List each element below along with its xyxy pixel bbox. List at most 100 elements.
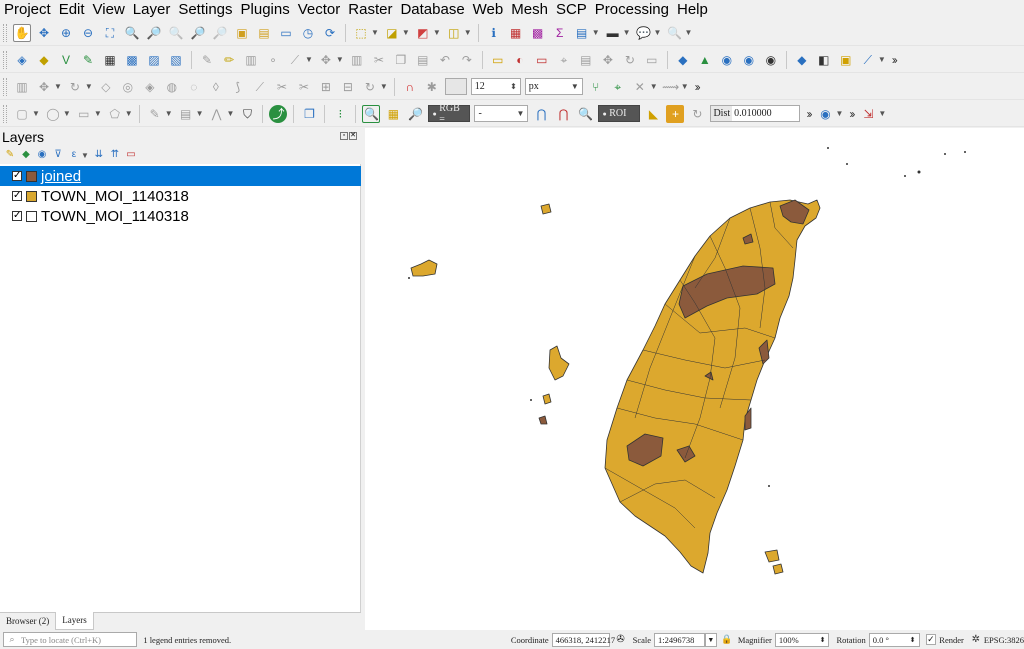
scp-band-icon[interactable]: ⋂: [532, 105, 550, 123]
chevron-down-icon[interactable]: ▼: [227, 109, 235, 118]
advanced-digitize-icon[interactable]: ▥: [13, 78, 31, 96]
move-feature-icon[interactable]: ✥: [35, 78, 53, 96]
text-annotation-icon[interactable]: ▤: [177, 105, 195, 123]
trace-icon[interactable]: ✕: [631, 78, 649, 96]
chevron-down-icon[interactable]: ▼: [835, 109, 843, 118]
zoom-full-icon[interactable]: ⛶: [101, 24, 119, 42]
change-label-icon[interactable]: ▭: [643, 51, 661, 69]
scp-add-icon[interactable]: +: [666, 104, 685, 123]
layer-row-town-outline[interactable]: ✓ TOWN_MOI_1140318: [0, 206, 361, 226]
menu-edit[interactable]: Edit: [55, 0, 89, 19]
chevron-down-icon[interactable]: ▼: [85, 82, 93, 91]
menu-help[interactable]: Help: [673, 0, 712, 19]
show-hide-labels-icon[interactable]: ▤: [577, 51, 595, 69]
filter-legend-icon[interactable]: ⊽: [51, 148, 65, 162]
chevron-down-icon[interactable]: ▼: [654, 28, 662, 37]
expand-all-icon[interactable]: ⇊: [92, 148, 106, 162]
layers-copy-icon[interactable]: ❐: [300, 105, 318, 123]
pin-labels-icon[interactable]: ⌖: [555, 51, 573, 69]
fill-ring-icon[interactable]: ◍: [163, 78, 181, 96]
chevron-down-icon[interactable]: ▼: [380, 82, 388, 91]
spin-arrows-icon[interactable]: ⬍: [510, 82, 517, 91]
snap-unit-select[interactable]: px ▼: [524, 78, 583, 95]
collapse-all-icon[interactable]: ⇈: [108, 148, 122, 162]
label-icon[interactable]: ▭: [489, 51, 507, 69]
snap-mode-box[interactable]: [444, 78, 467, 95]
globe-plugin-icon[interactable]: ◉: [740, 51, 758, 69]
add-mesh-icon[interactable]: ▩: [123, 51, 141, 69]
merge-features-icon[interactable]: ⊞: [317, 78, 335, 96]
identify-icon[interactable]: ℹ: [485, 24, 503, 42]
current-edits-icon[interactable]: ▥: [242, 51, 260, 69]
python-console-icon[interactable]: ◆: [793, 51, 811, 69]
layer-visibility-checkbox[interactable]: ✓: [12, 211, 22, 221]
chevron-down-icon[interactable]: ▼: [433, 28, 441, 37]
map-canvas[interactable]: [365, 128, 1024, 630]
scp-roi-icon[interactable]: ◣: [644, 105, 662, 123]
vertex-tool-icon[interactable]: ✥: [317, 51, 335, 69]
data-source-manager-icon[interactable]: ◈: [13, 51, 31, 69]
topological-editing-icon[interactable]: ⑂: [587, 78, 605, 96]
self-snapping-icon[interactable]: ⟿: [662, 78, 680, 96]
remove-layer-icon[interactable]: ▭: [124, 148, 138, 162]
new-bookmark-icon[interactable]: ▣: [233, 24, 251, 42]
zoom-to-layer-icon[interactable]: 🔎: [145, 24, 163, 42]
locator-icon[interactable]: 🔍: [665, 24, 683, 42]
close-panel-icon[interactable]: ✕: [349, 132, 357, 140]
chevron-down-icon[interactable]: ▼: [63, 109, 71, 118]
chevron-down-icon[interactable]: ▼: [592, 28, 600, 37]
measure-icon[interactable]: ▬: [604, 24, 622, 42]
zoom-native-icon[interactable]: 🔍: [167, 24, 185, 42]
field-calculator-icon[interactable]: ▩: [529, 24, 547, 42]
snap-vertex-icon[interactable]: ✱: [423, 78, 441, 96]
merge-attributes-icon[interactable]: ⊟: [339, 78, 357, 96]
toolbar-handle[interactable]: [3, 77, 7, 96]
copy-features-icon[interactable]: ❐: [392, 51, 410, 69]
toolbar-overflow-icon[interactable]: ››: [695, 80, 701, 94]
add-wms-icon[interactable]: ▨: [145, 51, 163, 69]
processing-toolbox-icon[interactable]: ▤: [573, 24, 591, 42]
toolbar-overflow-icon[interactable]: ››: [892, 53, 898, 67]
zoom-in-icon[interactable]: ⊕: [57, 24, 75, 42]
add-ring-icon[interactable]: ◎: [119, 78, 137, 96]
tab-layers[interactable]: Layers: [55, 612, 94, 630]
menu-plugins[interactable]: Plugins: [237, 0, 294, 19]
layer-visibility-checkbox[interactable]: ✓: [12, 171, 22, 181]
split-parts-icon[interactable]: ✂: [295, 78, 313, 96]
crs-icon[interactable]: ✲: [970, 634, 982, 646]
menu-database[interactable]: Database: [396, 0, 468, 19]
menu-web[interactable]: Web: [469, 0, 508, 19]
chevron-down-icon[interactable]: ▼: [704, 632, 717, 647]
attribute-table-icon[interactable]: ◫: [445, 24, 463, 42]
rotate-feature-icon[interactable]: ↻: [66, 78, 84, 96]
scp-roi-zoom-icon[interactable]: 🔍: [576, 105, 594, 123]
zoom-next-icon[interactable]: 🔎: [211, 24, 229, 42]
open-styling-icon[interactable]: ✎: [3, 148, 17, 162]
layer-row-town-filled[interactable]: ✓ TOWN_MOI_1140318: [0, 186, 361, 206]
crs-label[interactable]: EPSG:3826: [984, 635, 1024, 645]
manage-visibility-icon[interactable]: ◉: [35, 148, 49, 162]
toolbar-handle[interactable]: [3, 50, 7, 69]
profile-tool-icon[interactable]: ⟋: [859, 51, 877, 69]
georeferencer-icon[interactable]: ◉: [718, 51, 736, 69]
layer-visibility-checkbox[interactable]: ✓: [12, 191, 22, 201]
zoom-to-selection-icon[interactable]: 🔍: [123, 24, 141, 42]
cut-features-icon[interactable]: ✂: [370, 51, 388, 69]
shape-digitize-icon[interactable]: ▢: [13, 105, 31, 123]
render-checkbox[interactable]: ✓: [925, 634, 937, 645]
chevron-down-icon[interactable]: ▼: [125, 109, 133, 118]
spin-arrows-icon[interactable]: ⬍: [820, 636, 826, 644]
triangle-plugin-icon[interactable]: ▲: [696, 51, 714, 69]
chevron-down-icon[interactable]: ▼: [81, 151, 89, 160]
temporal-controller-icon[interactable]: ◷: [299, 24, 317, 42]
menu-view[interactable]: View: [89, 0, 129, 19]
traffic-light-icon[interactable]: ⁝: [331, 105, 349, 123]
annotation-icon[interactable]: ✎: [146, 105, 164, 123]
snap-tolerance-spinbox[interactable]: 12 ⬍: [470, 78, 521, 95]
locator-search-input[interactable]: ⌕ Type to locate (Ctrl+K): [3, 632, 138, 647]
new-geopackage-icon[interactable]: ◆: [35, 51, 53, 69]
toolbar-overflow-icon[interactable]: ››: [849, 107, 855, 121]
layer-row-joined[interactable]: ✓ joined: [0, 166, 361, 186]
add-point-icon[interactable]: ∘: [264, 51, 282, 69]
split-features-icon[interactable]: ✂: [273, 78, 291, 96]
